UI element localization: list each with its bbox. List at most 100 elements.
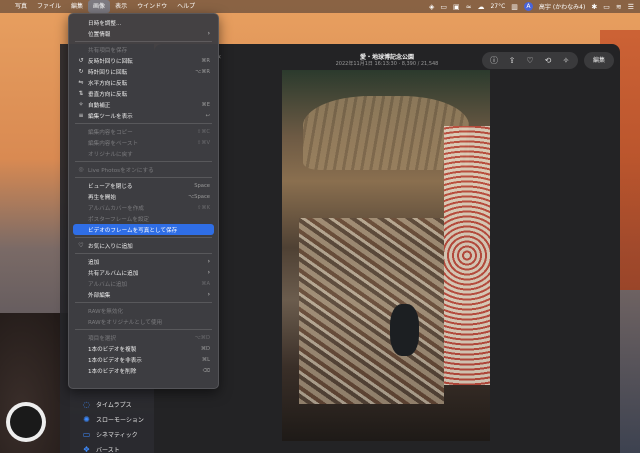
menu-item: オリジナルに戻す <box>73 148 214 159</box>
menu-item[interactable]: 1本のビデオを複製 ⌘D <box>73 343 214 354</box>
menu-item-shortcut: ⌥⌘D <box>194 334 210 341</box>
menu-item-shortcut: ⌥⌘R <box>195 68 210 75</box>
menu-item[interactable]: 共有アルバムに追加 › <box>73 267 214 278</box>
sidebar-item-label: タイムラプス <box>96 402 132 409</box>
menu-item[interactable]: 再生を開始 ⌥Space <box>73 191 214 202</box>
menu-item[interactable]: 日時を調整... <box>73 17 214 28</box>
bars-icon[interactable]: ▥ <box>511 3 518 11</box>
apple-icon[interactable] <box>0 0 10 13</box>
wifi-icon[interactable]: ≋ <box>616 3 622 11</box>
sidebar-media-types: ◌ タイムラプス ✺ スローモーション ▭ シネマティック ❖ バースト <box>82 397 144 453</box>
menu-item-shortcut: ⌫ <box>202 367 210 374</box>
control-center-icon[interactable]: ☰ <box>628 3 634 11</box>
menu-item[interactable]: 1本のビデオを非表示 ⌘L <box>73 354 214 365</box>
input-source-icon[interactable]: A <box>523 2 533 11</box>
viewer-toolbar: ⓘ ⇪ ♡ ⟲ ✧ <box>482 52 578 69</box>
cloud-icon[interactable]: ☁ <box>477 3 484 11</box>
menu-item-shortcut: Space <box>194 182 210 189</box>
enhance-icon[interactable]: ✧ <box>558 53 574 68</box>
menu-item-label: 自動補正 <box>88 102 111 109</box>
wifi-status-icon[interactable]: ≈ <box>466 3 472 11</box>
menu-item: RAWを無効化 <box>73 305 214 316</box>
menu-item[interactable]: ♡ お気に入りに追加 <box>73 240 214 251</box>
menu-item-icon: ♡ <box>78 242 84 249</box>
dropbox-icon[interactable]: ◈ <box>429 3 434 11</box>
menu-item-label: 共有アルバムに追加 <box>88 270 139 277</box>
sidebar-item-icon: ✺ <box>83 415 90 424</box>
menu-item-label: RAWをオリジナルとして使用 <box>88 319 163 326</box>
menu-image[interactable]: 画像 <box>88 0 111 13</box>
menu-item[interactable]: ≡ 編集ツールを表示 ↩ <box>73 110 214 121</box>
menu-item[interactable]: ⇅ 垂直方向に反転 <box>73 88 214 99</box>
menu-item: 共有項目を保存 <box>73 44 214 55</box>
menu-item[interactable]: ↻ 時計回りに回転 ⌥⌘R <box>73 66 214 77</box>
menu-item-label: ビューアを閉じる <box>88 183 133 190</box>
menu-item[interactable]: ⇋ 水平方向に反転 <box>73 77 214 88</box>
menu-item-shortcut: ⌘R <box>201 57 210 64</box>
sidebar-item[interactable]: ✺ スローモーション <box>82 412 144 427</box>
menu-item-label: 外部編集 <box>88 292 111 299</box>
menu-item-label: 再生を開始 <box>88 194 116 201</box>
menu-item-label: アルバムカバーを作成 <box>88 205 144 212</box>
menubar: 写真 ファイル 編集 画像 表示 ウインドウ ヘルプ ◈ ▭ ▣ ≈ ☁ 27°… <box>0 0 640 13</box>
display-icon[interactable]: ▭ <box>440 3 447 11</box>
menu-item[interactable]: ↺ 反時計回りに回転 ⌘R <box>73 55 214 66</box>
menu-file[interactable]: ファイル <box>32 0 66 13</box>
vpn-icon[interactable]: ▣ <box>453 3 460 11</box>
menu-item-shortcut: ⌘A <box>201 280 210 287</box>
bluetooth-icon[interactable]: ✱ <box>591 3 597 11</box>
menu-item: RAWをオリジナルとして使用 <box>73 316 214 327</box>
menu-item-label: アルバムに追加 <box>88 281 128 288</box>
menu-item-label: 編集内容をコピー <box>88 129 133 136</box>
menu-window[interactable]: ウインドウ <box>132 0 172 13</box>
menu-item[interactable]: 外部編集 › <box>73 289 214 300</box>
menu-item[interactable]: ビューアを閉じる Space <box>73 180 214 191</box>
menu-item-label: 1本のビデオを削除 <box>88 368 137 375</box>
menu-item[interactable]: ビデオのフレームを写真として保存 <box>73 224 214 235</box>
edit-button[interactable]: 編集 <box>584 52 614 69</box>
menu-separator <box>75 302 212 303</box>
menu-item-label: 項目を選択 <box>88 335 116 342</box>
sidebar-item-icon: ❖ <box>82 445 91 453</box>
sidebar-item-label: シネマティック <box>96 432 138 439</box>
menu-item-label: 垂直方向に反転 <box>88 91 128 98</box>
menu-item-label: 反時計回りに回転 <box>88 58 133 65</box>
menu-item-label: お気に入りに追加 <box>88 243 133 250</box>
menu-item[interactable]: 1本のビデオを削除 ⌫ <box>73 365 214 376</box>
weather-temp[interactable]: 27°C <box>490 3 505 10</box>
menu-separator <box>75 123 212 124</box>
menu-item-icon: ⇋ <box>78 79 84 86</box>
menu-item-shortcut: ⌘D <box>200 345 210 352</box>
heart-icon[interactable]: ♡ <box>522 53 538 68</box>
menu-help[interactable]: ヘルプ <box>172 0 200 13</box>
menu-view[interactable]: 表示 <box>110 0 132 13</box>
submenu-chevron-icon: › <box>207 291 210 298</box>
user-name[interactable]: 高宇 (かわなみ4) <box>539 2 585 11</box>
menu-item: ◎ Live Photosをオンにする <box>73 164 214 175</box>
battery-icon[interactable]: ▭ <box>603 3 610 11</box>
sidebar-item[interactable]: ❖ バースト <box>82 442 144 453</box>
menu-item[interactable]: ✧ 自動補正 ⌘E <box>73 99 214 110</box>
submenu-chevron-icon: › <box>207 30 210 37</box>
menu-item[interactable]: 位置情報 › <box>73 28 214 39</box>
share-icon[interactable]: ⇪ <box>504 53 520 68</box>
menu-item-shortcut: ↩ <box>205 112 210 119</box>
status-area: ◈ ▭ ▣ ≈ ☁ 27°C ▥ A 高宇 (かわなみ4) ✱ ▭ ≋ ☰ <box>429 2 640 11</box>
sidebar-item[interactable]: ▭ シネマティック <box>82 427 144 442</box>
menu-item: アルバムに追加 ⌘A <box>73 278 214 289</box>
menu-photos[interactable]: 写真 <box>10 0 32 13</box>
submenu-chevron-icon: › <box>207 258 210 265</box>
menu-item-label: 水平方向に反転 <box>88 80 128 87</box>
menu-item-label: 共有項目を保存 <box>88 47 128 54</box>
menu-item-label: 日時を調整... <box>88 20 122 27</box>
menu-item-icon: ↻ <box>78 68 84 75</box>
sidebar-item[interactable]: ◌ タイムラプス <box>82 397 144 412</box>
menu-edit[interactable]: 編集 <box>66 0 88 13</box>
menu-item[interactable]: 追加 › <box>73 256 214 267</box>
menu-item-icon: ⇅ <box>78 90 84 97</box>
rotate-icon[interactable]: ⟲ <box>540 53 556 68</box>
info-icon[interactable]: ⓘ <box>486 53 502 68</box>
menu-item-label: 1本のビデオを非表示 <box>88 357 142 364</box>
photo-view[interactable] <box>282 70 490 441</box>
menu-item-label: RAWを無効化 <box>88 308 124 315</box>
